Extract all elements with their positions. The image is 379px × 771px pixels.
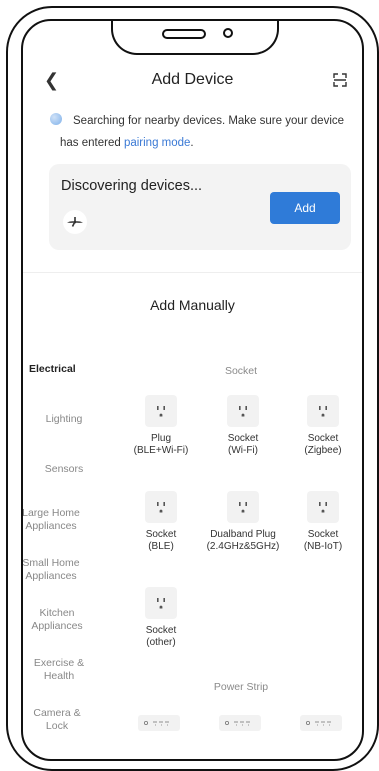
device-label: Socket (NB-IoT) xyxy=(303,529,343,552)
divider xyxy=(23,272,362,273)
plug-icon xyxy=(145,587,177,619)
power-strip-icon[interactable] xyxy=(138,715,180,731)
scan-icon[interactable] xyxy=(333,73,347,87)
category-small-home-appliances[interactable]: Small Home Appliances xyxy=(23,557,81,583)
plug-icon xyxy=(227,491,259,523)
add-button[interactable]: Add xyxy=(270,192,340,224)
plug-icon xyxy=(227,395,259,427)
discovery-card: Discovering devices... Add xyxy=(49,164,351,250)
pairing-mode-link[interactable]: pairing mode xyxy=(124,137,190,149)
category-kitchen-appliances[interactable]: Kitchen Appliances xyxy=(27,607,87,633)
hint-suffix: . xyxy=(190,137,194,149)
device-plug-ble-wifi[interactable]: Plug (BLE+Wi-Fi) xyxy=(120,395,202,456)
add-manually-title: Add Manually xyxy=(150,297,235,313)
phone-notch xyxy=(111,21,279,55)
device-dualband-plug[interactable]: Dualband Plug (2.4GHz&5GHz) xyxy=(202,491,284,552)
category-camera-lock[interactable]: Camera & Lock xyxy=(29,707,85,733)
speaker-icon xyxy=(162,29,206,39)
plug-icon xyxy=(145,491,177,523)
hint-text: Searching for nearby devices. Make sure … xyxy=(60,115,345,149)
group-title-power-strip: Power Strip xyxy=(213,681,269,693)
discovery-title: Discovering devices... xyxy=(61,178,203,194)
category-sensors[interactable]: Sensors xyxy=(23,463,105,476)
device-socket-other[interactable]: Socket (other) xyxy=(120,587,202,648)
device-socket-wifi[interactable]: Socket (Wi-Fi) xyxy=(202,395,284,456)
category-large-home-appliances[interactable]: Large Home Appliances xyxy=(23,507,81,533)
power-strip-icon[interactable] xyxy=(219,715,261,731)
page-title: Add Device xyxy=(151,71,234,88)
category-lighting[interactable]: Lighting xyxy=(23,413,105,426)
plug-icon xyxy=(145,395,177,427)
plug-icon xyxy=(307,395,339,427)
device-label: Socket (BLE) xyxy=(145,529,177,552)
plug-icon xyxy=(307,491,339,523)
category-exercise-health[interactable]: Exercise & Health xyxy=(27,657,91,683)
ceiling-fan-icon[interactable] xyxy=(63,210,87,234)
device-socket-ble[interactable]: Socket (BLE) xyxy=(120,491,202,552)
device-label: Socket (Wi-Fi) xyxy=(227,433,259,456)
device-socket-zigbee[interactable]: Socket (Zigbee) xyxy=(282,395,362,456)
power-strip-icon[interactable] xyxy=(300,715,342,731)
group-title-socket: Socket xyxy=(224,365,258,377)
device-label: Socket (other) xyxy=(145,625,177,648)
phone-screen: ❮ Add Device Searching for nearby device… xyxy=(21,19,364,761)
device-label: Dualband Plug (2.4GHz&5GHz) xyxy=(206,529,280,552)
camera-icon xyxy=(223,28,233,38)
device-socket-nb-iot[interactable]: Socket (NB-IoT) xyxy=(282,491,362,552)
searching-hint: Searching for nearby devices. Make sure … xyxy=(60,110,350,154)
category-electrical[interactable]: Electrical xyxy=(29,363,111,376)
device-label: Plug (BLE+Wi-Fi) xyxy=(133,433,189,456)
device-label: Socket (Zigbee) xyxy=(304,433,342,456)
